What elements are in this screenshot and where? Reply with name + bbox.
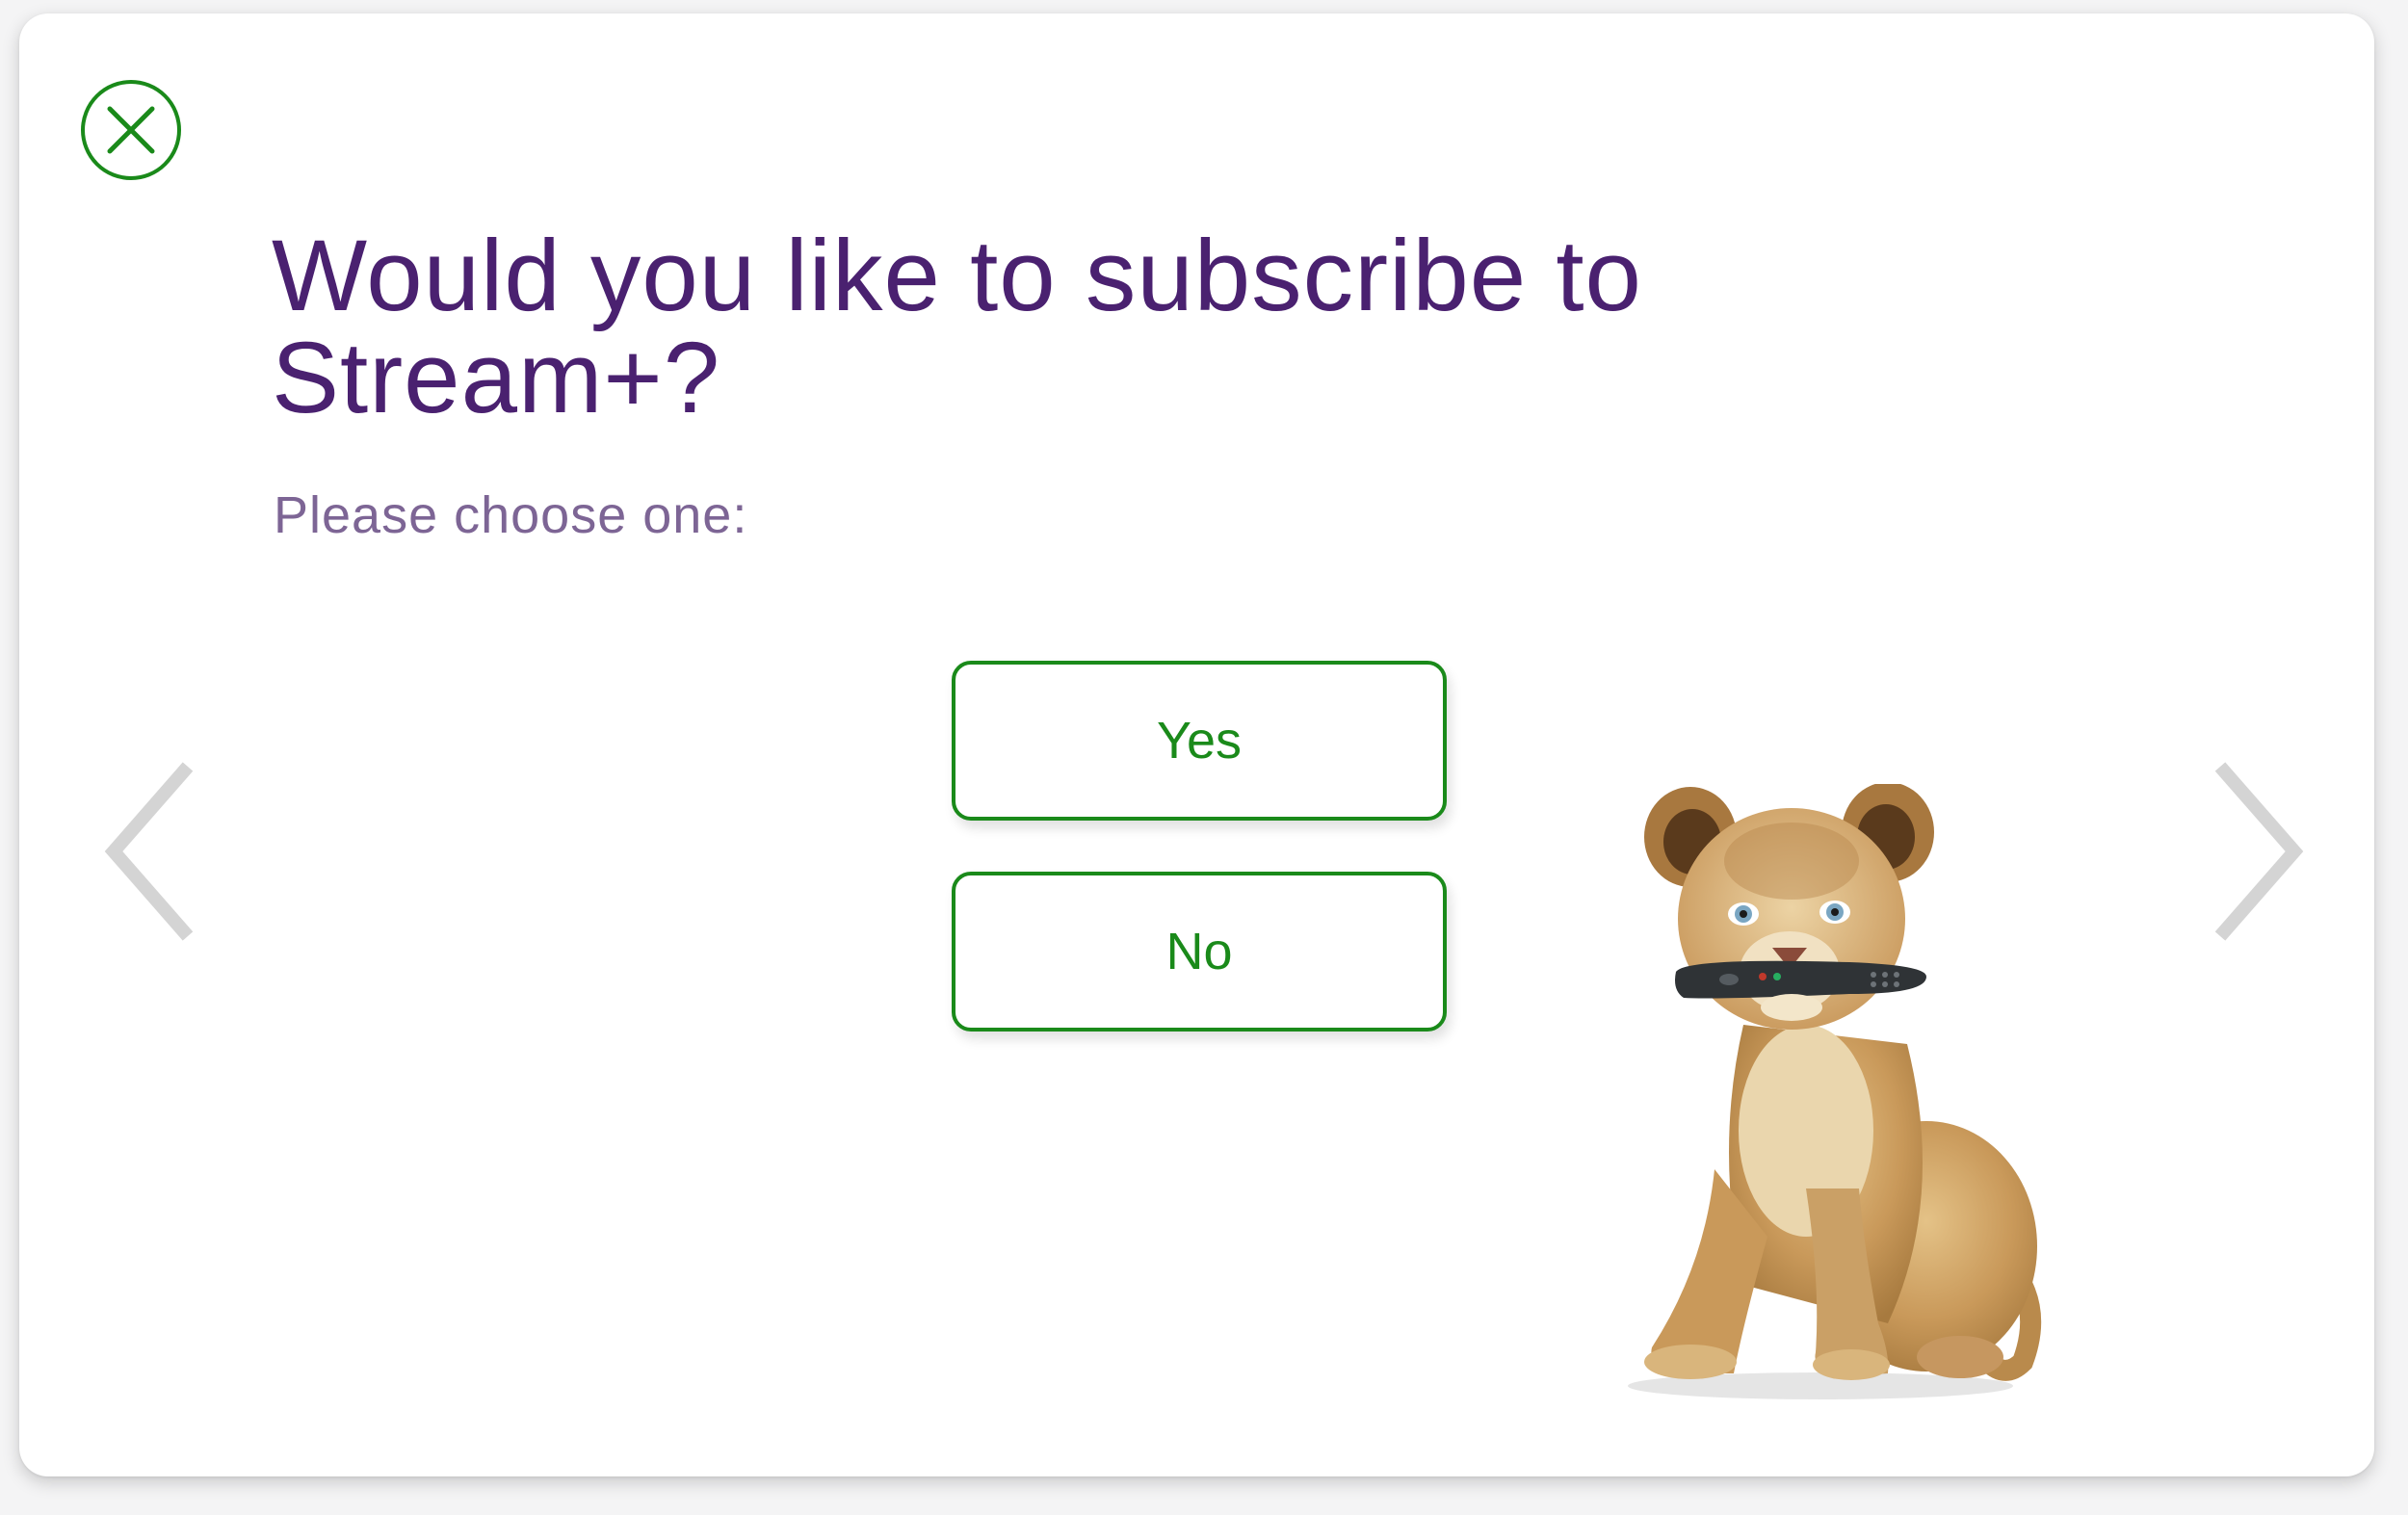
no-button-label: No xyxy=(1165,923,1233,980)
close-button[interactable] xyxy=(81,80,181,180)
yes-button[interactable]: Yes xyxy=(952,661,1447,821)
lion-cub-mascot-image xyxy=(1628,784,2042,1399)
dialog-title: Would you like to subscribe to Stream+? xyxy=(272,220,1642,434)
next-button[interactable] xyxy=(2206,755,2312,948)
dialog-subtitle: Please choose one: xyxy=(274,486,748,544)
previous-button[interactable] xyxy=(96,755,202,948)
chevron-left-icon xyxy=(104,762,194,941)
subscription-dialog: Would you like to subscribe to Stream+? … xyxy=(19,13,2374,1476)
no-button[interactable]: No xyxy=(952,872,1447,1032)
chevron-right-icon xyxy=(2214,762,2304,941)
close-icon xyxy=(107,106,155,154)
yes-button-label: Yes xyxy=(1156,712,1243,770)
tv-remote xyxy=(1675,960,1926,999)
